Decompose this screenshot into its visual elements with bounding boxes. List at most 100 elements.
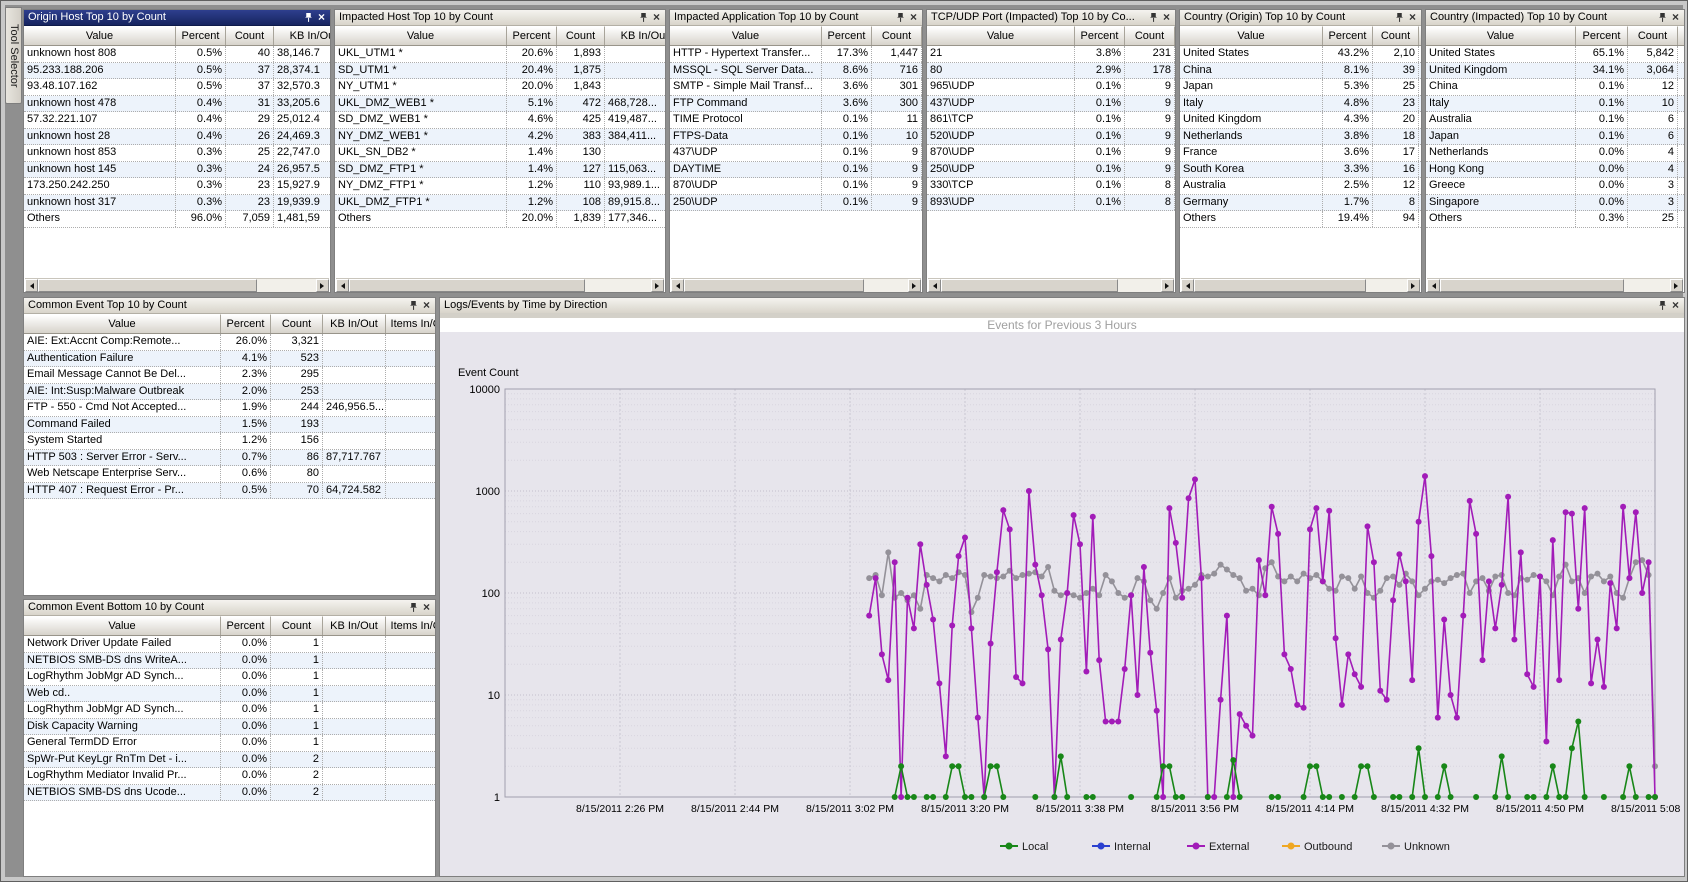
scroll-right-arrow-icon[interactable]	[1407, 279, 1420, 292]
table-row[interactable]: Others20.0%1,839177,346...	[335, 211, 665, 228]
table-row[interactable]: SD_UTM1 *20.4%1,875	[335, 63, 665, 80]
table-row[interactable]: South Korea3.3%16	[1180, 162, 1421, 179]
table-row[interactable]: MSSQL - SQL Server Data...8.6%716	[670, 63, 922, 80]
scroll-right-arrow-icon[interactable]	[1670, 279, 1683, 292]
table-row[interactable]: SD_DMZ_FTP1 *1.4%127115,063...	[335, 162, 665, 179]
table-row[interactable]: 173.250.242.2500.3%2315,927.9	[24, 178, 330, 195]
table-row[interactable]: France3.6%17	[1180, 145, 1421, 162]
table-row[interactable]: Greece0.0%3	[1426, 178, 1684, 195]
table-row[interactable]: 57.32.221.1070.4%2925,012.4	[24, 112, 330, 129]
table-row[interactable]: 870\UDP0.1%9	[670, 178, 922, 195]
scrollbar-thumb[interactable]	[1440, 279, 1624, 292]
column-header[interactable]: Count	[271, 616, 323, 635]
table-row[interactable]: United Kingdom4.3%20	[1180, 112, 1421, 129]
horizontal-scrollbar[interactable]	[25, 278, 329, 292]
table-row[interactable]: Singapore0.0%3	[1426, 195, 1684, 212]
table-row[interactable]: UKL_DMZ_WEB1 *5.1%472468,728...	[335, 96, 665, 113]
column-header[interactable]: KB In/Out	[274, 26, 331, 45]
scrollbar-thumb[interactable]	[684, 279, 864, 292]
close-icon[interactable]: ×	[907, 11, 920, 24]
table-row[interactable]: 437\UDP0.1%9	[670, 145, 922, 162]
close-icon[interactable]: ×	[420, 601, 433, 614]
table-row[interactable]: AIE: Ext:Accnt Comp:Remote...26.0%3,321	[24, 334, 435, 351]
scroll-left-arrow-icon[interactable]	[671, 279, 684, 292]
tool-selector-tab[interactable]: Tool Selector	[5, 7, 22, 104]
pin-icon[interactable]	[894, 11, 907, 24]
scrollbar-track[interactable]	[585, 279, 651, 292]
table-row[interactable]: Web Netscape Enterprise Serv...0.6%80	[24, 466, 435, 483]
table-row[interactable]: 93.48.107.1620.5%3732,570.3	[24, 79, 330, 96]
column-header[interactable]: KB In/Out	[323, 314, 386, 333]
horizontal-scrollbar[interactable]	[1181, 278, 1420, 292]
table-row[interactable]: NETBIOS SMB-DS dns Ucode...0.0%2	[24, 785, 435, 802]
column-header[interactable]: Value	[24, 26, 176, 45]
table-row[interactable]: NY_DMZ_WEB1 *4.2%383384,411...	[335, 129, 665, 146]
table-row[interactable]: Disk Capacity Warning0.0%1	[24, 719, 435, 736]
scroll-left-arrow-icon[interactable]	[928, 279, 941, 292]
table-row[interactable]: United States43.2%2,10	[1180, 46, 1421, 63]
column-header[interactable]: Value	[1180, 26, 1323, 45]
table-row[interactable]: unknown host 3170.3%2319,939.9	[24, 195, 330, 212]
close-icon[interactable]: ×	[1669, 299, 1682, 312]
pin-icon[interactable]	[1147, 11, 1160, 24]
scrollbar-track[interactable]	[1624, 279, 1670, 292]
table-row[interactable]: TIME Protocol0.1%11	[670, 112, 922, 129]
column-header[interactable]: Percent	[221, 616, 271, 635]
scrollbar-track[interactable]	[257, 279, 316, 292]
table-row[interactable]: United States65.1%5,842	[1426, 46, 1684, 63]
table-row[interactable]: Hong Kong0.0%4	[1426, 162, 1684, 179]
column-header[interactable]: Percent	[221, 314, 271, 333]
table-row[interactable]: 802.9%178	[927, 63, 1175, 80]
table-row[interactable]: NY_DMZ_FTP1 *1.2%11093,989.1...	[335, 178, 665, 195]
table-row[interactable]: LogRhythm JobMgr AD Synch...0.0%1	[24, 669, 435, 686]
close-icon[interactable]: ×	[315, 11, 328, 24]
table-row[interactable]: unknown host 4780.4%3133,205.6	[24, 96, 330, 113]
pin-icon[interactable]	[302, 11, 315, 24]
close-icon[interactable]: ×	[1160, 11, 1173, 24]
table-row[interactable]: 520\UDP0.1%9	[927, 129, 1175, 146]
table-row[interactable]: Japan0.1%6	[1426, 129, 1684, 146]
horizontal-scrollbar[interactable]	[1427, 278, 1683, 292]
table-row[interactable]: Email Message Cannot Be Del...2.3%295	[24, 367, 435, 384]
table-row[interactable]: AIE: Int:Susp:Malware Outbreak2.0%253	[24, 384, 435, 401]
scroll-right-arrow-icon[interactable]	[651, 279, 664, 292]
column-header[interactable]: Percent	[1323, 26, 1373, 45]
scroll-right-arrow-icon[interactable]	[1161, 279, 1174, 292]
column-header[interactable]: Value	[335, 26, 507, 45]
column-header[interactable]: Items In/Out	[386, 616, 436, 635]
table-row[interactable]: 330\TCP0.1%8	[927, 178, 1175, 195]
table-row[interactable]: LogRhythm Mediator Invalid Pr...0.0%2	[24, 768, 435, 785]
pin-icon[interactable]	[407, 601, 420, 614]
table-row[interactable]: FTP - 550 - Cmd Not Accepted...1.9%24424…	[24, 400, 435, 417]
table-row[interactable]: 437\UDP0.1%9	[927, 96, 1175, 113]
table-row[interactable]: Web cd..0.0%1	[24, 686, 435, 703]
table-row[interactable]: Netherlands0.0%4	[1426, 145, 1684, 162]
table-row[interactable]: Italy4.8%23	[1180, 96, 1421, 113]
pin-icon[interactable]	[1393, 11, 1406, 24]
column-header[interactable]: Value	[670, 26, 822, 45]
column-header[interactable]: Value	[24, 616, 221, 635]
table-row[interactable]: LogRhythm JobMgr AD Synch...0.0%1	[24, 702, 435, 719]
column-header[interactable]: Percent	[1075, 26, 1125, 45]
column-header[interactable]: Percent	[822, 26, 872, 45]
table-row[interactable]: unknown host 280.4%2624,469.3	[24, 129, 330, 146]
column-header[interactable]: Value	[1426, 26, 1576, 45]
table-row[interactable]: UKL_SN_DB2 *1.4%130	[335, 145, 665, 162]
column-header[interactable]: Items In/Out	[386, 314, 436, 333]
scroll-left-arrow-icon[interactable]	[336, 279, 349, 292]
pin-icon[interactable]	[1656, 11, 1669, 24]
table-row[interactable]: HTTP 407 : Request Error - Pr...0.5%7064…	[24, 483, 435, 500]
table-row[interactable]: Australia0.1%6	[1426, 112, 1684, 129]
table-row[interactable]: 95.233.188.2060.5%3728,374.1	[24, 63, 330, 80]
table-row[interactable]: UKL_UTM1 *20.6%1,893	[335, 46, 665, 63]
column-header[interactable]: Value	[927, 26, 1075, 45]
horizontal-scrollbar[interactable]	[671, 278, 921, 292]
scrollbar-track[interactable]	[864, 279, 908, 292]
table-row[interactable]: China8.1%39	[1180, 63, 1421, 80]
table-row[interactable]: HTTP 503 : Server Error - Serv...0.7%868…	[24, 450, 435, 467]
scrollbar-thumb[interactable]	[349, 279, 585, 292]
column-header[interactable]: Count	[1373, 26, 1419, 45]
column-header[interactable]: KB In/Out	[605, 26, 666, 45]
scroll-right-arrow-icon[interactable]	[908, 279, 921, 292]
scrollbar-track[interactable]	[1366, 279, 1407, 292]
